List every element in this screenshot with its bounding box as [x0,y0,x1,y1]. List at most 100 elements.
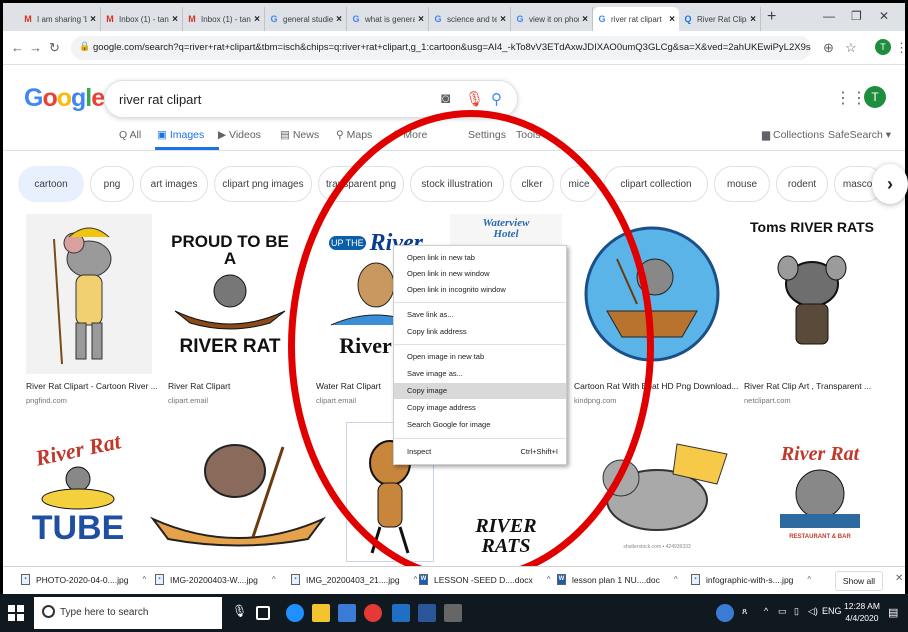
download-item[interactable]: Wlesson plan 1 NU....doc ^ [557,574,678,585]
chevron-up-icon[interactable]: ^ [142,575,146,584]
search-box[interactable]: river rat clipart ◙ 🎙 ⚲ [104,80,518,118]
chip-cartoon[interactable]: cartoon [18,166,84,202]
chip-clker[interactable]: clker [510,166,554,202]
close-icon[interactable]: × [254,14,260,25]
network-icon[interactable]: ▭ [778,606,787,617]
browser-tab-active[interactable]: Griver rat clipart × [593,7,679,31]
nav-maps[interactable]: ⚲ Maps [336,129,372,141]
result-image[interactable] [26,214,152,374]
chip-rodent[interactable]: rodent [776,166,828,202]
close-icon[interactable]: × [500,14,506,25]
menu-open-image-new-tab[interactable]: Open image in new tab [394,349,566,365]
maximize-icon[interactable]: ❐ [851,9,862,23]
back-icon[interactable]: ← [11,40,24,55]
result-source[interactable]: clipart.email [316,396,356,405]
nav-tools[interactable]: Tools [516,129,541,141]
google-logo[interactable]: Google [24,84,105,113]
browser-tab[interactable]: M Inbox (1) - tanu × [101,7,183,31]
menu-inspect[interactable]: Inspect Ctrl+Shift+I [394,444,566,460]
chevron-up-icon[interactable]: ^ [272,575,276,584]
nav-videos[interactable]: ▶ Videos [218,129,261,141]
language-indicator[interactable]: ENG [822,606,842,616]
browser-tab[interactable]: Gview it on phon × [511,7,593,31]
result-image[interactable]: PROUD TO BE A RIVER RAT [164,214,296,374]
clock[interactable]: 12:28 AM 4/4/2020 [844,600,880,624]
star-icon[interactable]: ☆ [845,40,857,56]
menu-copy-image[interactable]: Copy image [394,383,566,399]
menu-copy-image-address[interactable]: Copy image address [394,400,566,416]
tray-chevron-icon[interactable]: ^ [764,606,768,616]
chevron-right-icon[interactable]: › [872,164,908,204]
chip-transparent-png[interactable]: transparent png [318,166,404,202]
menu-open-link-incognito[interactable]: Open link in incognito window [394,282,566,298]
browser-tab[interactable]: Ggeneral studies × [265,7,347,31]
chrome-icon[interactable] [364,604,382,622]
search-input[interactable]: river rat clipart [119,92,201,107]
result-caption[interactable]: River Rat Clip Art , Transparent ... [744,381,871,391]
download-item[interactable]: W LESSON -SEED D....docx ^ [419,574,551,585]
chevron-up-icon[interactable]: ^ [674,575,678,584]
microphone-icon[interactable]: 🎙 [232,604,250,622]
store-icon[interactable] [338,604,356,622]
minimize-icon[interactable]: — [823,9,835,23]
browser-tab[interactable]: Gwhat is general × [347,7,429,31]
close-icon[interactable]: × [669,14,675,25]
close-icon[interactable]: × [750,14,756,25]
chip-mice[interactable]: mice [560,166,598,202]
menu-open-link-new-window[interactable]: Open link in new window [394,266,566,282]
mail-icon[interactable] [392,604,410,622]
download-item[interactable]: ▪ infographic-with-s....jpg ^ [691,574,811,585]
volume-icon[interactable]: ◁) [808,606,818,617]
browser-tab[interactable]: Q River Rat Clipar× [679,7,761,31]
chip-stock-illustration[interactable]: stock illustration [410,166,504,202]
browser-tab[interactable]: M I am sharing 'LE× [19,7,101,31]
people-icon[interactable]: ጸ [742,606,747,617]
nav-safesearch[interactable]: SafeSearch ▾ [828,129,891,141]
close-icon[interactable]: × [336,14,342,25]
nav-news[interactable]: ▤ News [280,129,319,141]
paint-icon[interactable] [444,604,462,622]
battery-icon[interactable]: ▯ [794,606,799,617]
edge-icon[interactable] [286,604,304,622]
nav-images[interactable]: ▣ Images [157,129,204,141]
download-item[interactable]: ▪ IMG_20200403_21....jpg ^ [291,574,417,585]
profile-avatar[interactable]: T [875,39,891,55]
result-source[interactable]: netclipart.com [744,396,791,405]
window-close-icon[interactable]: ✕ [879,9,889,23]
close-icon[interactable]: × [172,14,178,25]
result-image[interactable]: River Rat RESTAURANT & BAR [758,422,882,562]
result-image[interactable] [138,422,338,562]
nav-more[interactable]: ⋮ More [390,129,427,141]
account-avatar[interactable]: T [864,86,886,108]
result-caption[interactable]: Water Rat Clipart [316,381,381,391]
mic-icon[interactable]: 🎙 [465,90,484,108]
camera-icon[interactable]: ◙ [441,90,450,107]
chip-clipart-collection[interactable]: clipart collection [604,166,708,202]
chevron-up-icon[interactable]: ^ [807,575,811,584]
chip-art-images[interactable]: art images [140,166,208,202]
result-caption[interactable]: River Rat Clipart - Cartoon River ... [26,381,158,391]
menu-icon[interactable]: ⋮ [895,40,908,56]
windows-start-icon[interactable] [8,605,24,621]
search-icon[interactable]: ⚲ [491,90,502,108]
result-image[interactable] [572,214,732,374]
chip-png[interactable]: png [90,166,134,202]
taskbar-search-box[interactable]: Type here to search [34,597,222,629]
result-source[interactable]: pngfind.com [26,396,67,405]
chip-clipart-png-images[interactable]: clipart png images [214,166,312,202]
close-icon[interactable]: × [90,14,96,25]
menu-save-link-as[interactable]: Save link as... [394,307,566,323]
chevron-up-icon[interactable]: ^ [547,575,551,584]
task-view-icon[interactable] [256,606,270,620]
result-source[interactable]: clipart.email [168,396,208,405]
new-tab-icon[interactable]: + [767,8,776,26]
result-caption[interactable]: Cartoon Rat With Boat HD Png Download... [574,381,738,391]
result-image[interactable]: River Rat TUBE [26,422,130,562]
browser-tab[interactable]: M Inbox (1) - tanu × [183,7,265,31]
result-image[interactable]: Toms RIVER RATS [742,214,882,374]
result-image[interactable]: shutterstock.com • 424939333 [572,422,742,562]
show-all-button[interactable]: Show all [835,571,883,591]
menu-open-link-new-tab[interactable]: Open link in new tab [394,250,566,266]
close-icon[interactable]: ✕ [895,573,903,584]
download-item[interactable]: ▪ PHOTO-2020-04-0....jpg ^ [21,574,146,585]
